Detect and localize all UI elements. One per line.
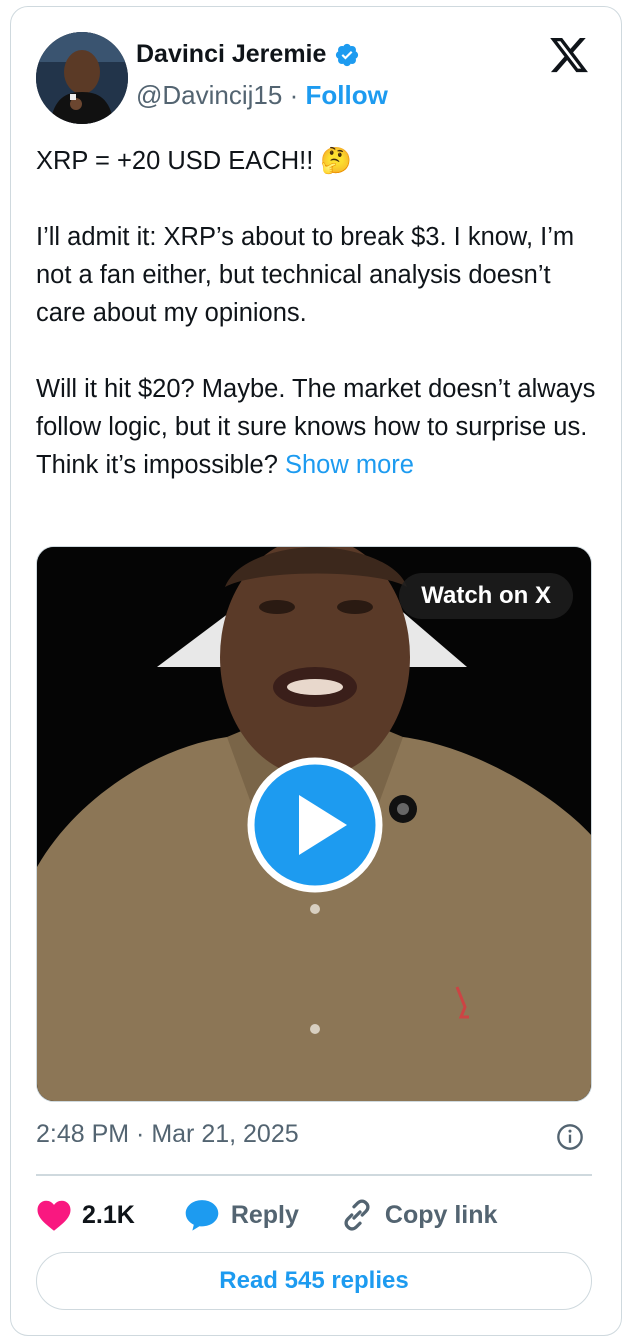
- tweet-timestamp[interactable]: 2:48 PM · Mar 21, 2025: [36, 1120, 299, 1149]
- link-icon: [344, 1199, 370, 1231]
- show-more-link[interactable]: Show more: [285, 451, 414, 479]
- reply-button[interactable]: Reply: [183, 1198, 299, 1232]
- x-logo-icon[interactable]: [548, 34, 590, 76]
- watch-on-x-button[interactable]: Watch on X: [399, 573, 573, 619]
- like-count: 2.1K: [82, 1200, 135, 1229]
- author-name[interactable]: Davinci Jeremie: [136, 40, 360, 69]
- tweet-text: XRP = +20 USD EACH!! 🤔 I’ll admit it: XR…: [36, 142, 606, 484]
- verified-badge-icon: [336, 43, 359, 66]
- tweet-line-1: XRP = +20 USD EACH!! 🤔: [36, 147, 353, 175]
- reply-bubble-icon: [185, 1200, 219, 1231]
- tweet-paragraph-2: I’ll admit it: XRP’s about to break $3. …: [36, 223, 575, 327]
- author-handle[interactable]: @Davincij15: [136, 80, 282, 110]
- read-replies-button[interactable]: Read 545 replies: [36, 1252, 592, 1310]
- video-player[interactable]: Watch on X: [36, 546, 592, 1102]
- copy-link-label: Copy link: [384, 1200, 498, 1229]
- heart-icon: [37, 1200, 71, 1231]
- action-bar: 2.1K Reply Copy link: [36, 1190, 497, 1240]
- like-button[interactable]: 2.1K: [36, 1198, 135, 1232]
- handle-separator: ·: [289, 80, 299, 110]
- author-name-text: Davinci Jeremie: [136, 40, 327, 68]
- info-icon[interactable]: [556, 1123, 584, 1151]
- avatar[interactable]: [36, 32, 128, 124]
- author-handle-row: @Davincij15 · Follow: [136, 80, 388, 111]
- reply-label: Reply: [230, 1200, 299, 1229]
- divider: [36, 1174, 592, 1176]
- follow-button[interactable]: Follow: [305, 80, 387, 110]
- play-icon[interactable]: [247, 757, 383, 893]
- tweet-paragraph-3: Will it hit $20? Maybe. The market doesn…: [36, 370, 606, 484]
- copy-link-button[interactable]: Copy link: [339, 1197, 498, 1233]
